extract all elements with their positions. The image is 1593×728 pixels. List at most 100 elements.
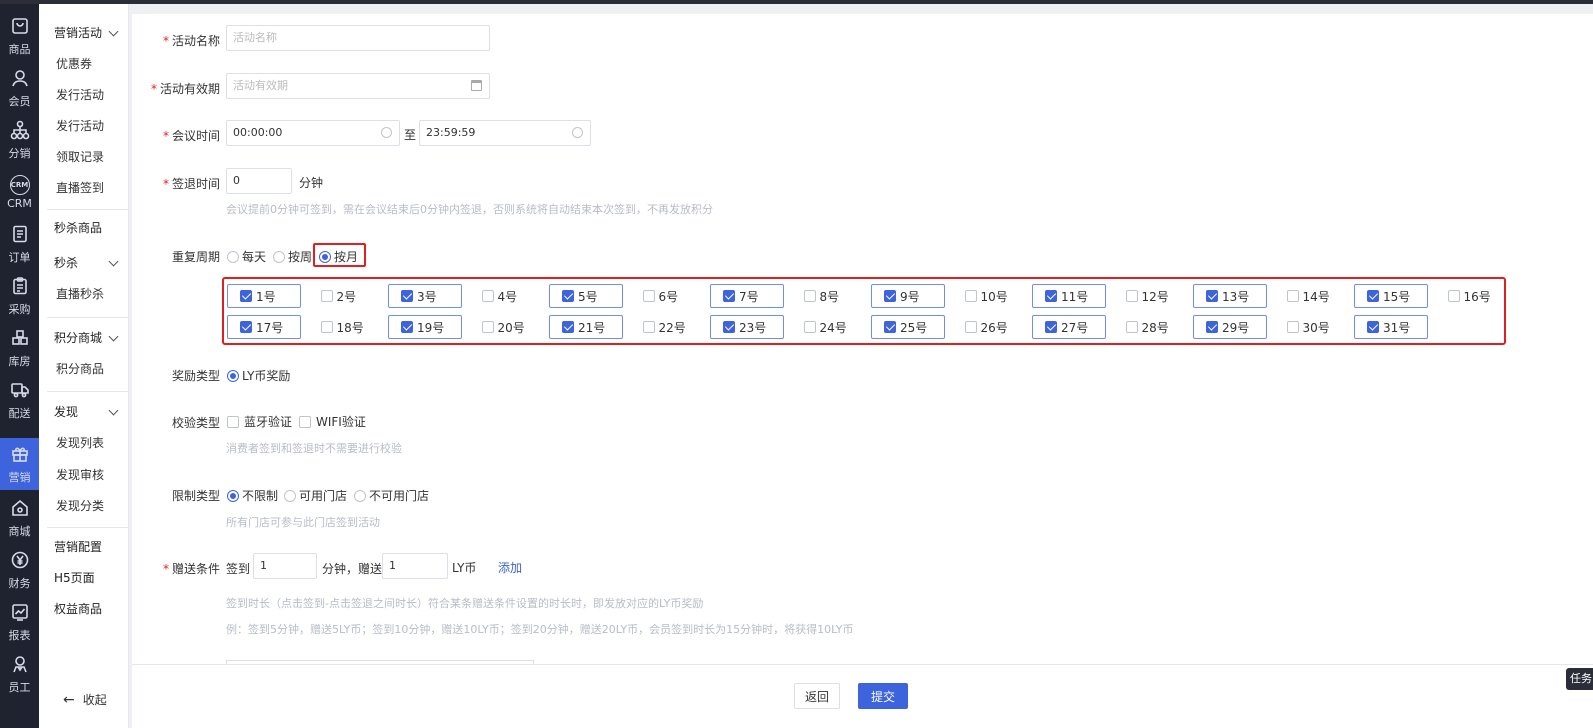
- menu-item-flash-goods[interactable]: 秒杀商品: [39, 214, 129, 242]
- day-label: 15号: [1383, 289, 1411, 304]
- menu-item-points-goods[interactable]: 积分商品: [39, 355, 129, 383]
- activity-name-input[interactable]: 活动名称: [226, 25, 490, 51]
- day-checkbox[interactable]: 17号: [227, 315, 301, 339]
- day-label: 24号: [819, 320, 847, 335]
- menu-item-rights-goods[interactable]: 权益商品: [39, 595, 129, 623]
- meeting-end-time-input[interactable]: 23:59:59: [419, 120, 591, 146]
- day-checkbox[interactable]: 13号: [1193, 284, 1267, 308]
- menu-group-discover[interactable]: 发现: [39, 398, 129, 426]
- day-checkbox[interactable]: 6号: [630, 284, 704, 308]
- day-checkbox[interactable]: 15号: [1354, 284, 1428, 308]
- day-checkbox[interactable]: 19号: [388, 315, 462, 339]
- day-checkbox[interactable]: 28号: [1113, 315, 1187, 339]
- day-label: 2号: [336, 289, 357, 304]
- verify-bluetooth-checkbox[interactable]: 蓝牙验证: [227, 413, 292, 430]
- menu-item-discover-category[interactable]: 发现分类: [39, 492, 129, 520]
- nav-purchase[interactable]: 采购: [0, 270, 39, 322]
- day-checkbox[interactable]: 27号: [1032, 315, 1106, 339]
- menu-group-label: 积分商城: [54, 331, 103, 345]
- day-checkbox[interactable]: 4号: [469, 284, 543, 308]
- day-checkbox[interactable]: 7号: [710, 284, 784, 308]
- nav-orders[interactable]: 订单: [0, 218, 39, 270]
- day-checkbox[interactable]: 1号: [227, 284, 301, 308]
- nav-crm[interactable]: CRM CRM: [0, 166, 39, 218]
- menu-item-marketing-config[interactable]: 营销配置: [39, 533, 129, 561]
- bag-icon: [10, 16, 30, 39]
- checkbox-checked: [1367, 290, 1379, 302]
- collapse-menu-button[interactable]: ← 收起: [63, 691, 107, 708]
- day-checkbox[interactable]: 26号: [952, 315, 1026, 339]
- menu-item-live-flash[interactable]: 直播秒杀: [39, 280, 129, 308]
- repeat-monthly-radio[interactable]: 按月: [319, 248, 358, 265]
- limit-unavailable-stores-radio[interactable]: 不可用门店: [354, 487, 429, 504]
- day-label: 6号: [658, 289, 679, 304]
- day-checkbox[interactable]: 16号: [1435, 284, 1509, 308]
- day-checkbox[interactable]: 5号: [549, 284, 623, 308]
- menu-item-discover-list[interactable]: 发现列表: [39, 429, 129, 457]
- day-checkbox[interactable]: 25号: [871, 315, 945, 339]
- task-tab[interactable]: 任务: [1566, 668, 1593, 690]
- day-checkbox[interactable]: 24号: [791, 315, 865, 339]
- limit-available-stores-radio[interactable]: 可用门店: [284, 487, 347, 504]
- menu-item-issue-activity-2[interactable]: 发行活动: [39, 112, 129, 140]
- nav-staff[interactable]: 员工: [0, 648, 39, 700]
- nav-distribution[interactable]: 分销: [0, 114, 39, 166]
- gift-minutes-input[interactable]: 1: [253, 553, 317, 579]
- clipboard-icon: [10, 276, 30, 299]
- menu-item-claim-records[interactable]: 领取记录: [39, 143, 129, 171]
- verify-wifi-checkbox[interactable]: WIFI验证: [299, 413, 366, 430]
- nav-member[interactable]: 会员: [0, 62, 39, 114]
- nav-delivery[interactable]: 配送: [0, 374, 39, 426]
- day-checkbox[interactable]: 20号: [469, 315, 543, 339]
- nav-mall[interactable]: 商城: [0, 492, 39, 544]
- gift-coins-input[interactable]: 1: [382, 553, 448, 579]
- day-checkbox[interactable]: 29号: [1193, 315, 1267, 339]
- day-checkbox[interactable]: 2号: [308, 284, 382, 308]
- repeat-weekly-radio[interactable]: 按周: [273, 248, 312, 265]
- nav-goods[interactable]: 商品: [0, 10, 39, 62]
- repeat-daily-radio[interactable]: 每天: [227, 248, 266, 265]
- menu-group-flash-sale[interactable]: 秒杀: [39, 249, 129, 277]
- day-checkbox[interactable]: 21号: [549, 315, 623, 339]
- day-checkbox[interactable]: 22号: [630, 315, 704, 339]
- menu-group-points-mall[interactable]: 积分商城: [39, 324, 129, 352]
- day-label: 4号: [497, 289, 518, 304]
- checkbox-box: [481, 321, 494, 333]
- day-checkbox[interactable]: 18号: [308, 315, 382, 339]
- meeting-start-time-input[interactable]: 00:00:00: [226, 120, 400, 146]
- menu-group-marketing-activities[interactable]: 营销活动: [39, 19, 129, 47]
- day-label: 21号: [578, 320, 606, 335]
- gift-hint-1: 签到时长（点击签到-点击签退之间时长）符合某条赠送条件设置的时长时，即发放对应的…: [226, 597, 704, 610]
- day-checkbox[interactable]: 30号: [1274, 315, 1348, 339]
- day-checkbox[interactable]: 8号: [791, 284, 865, 308]
- submit-button[interactable]: 提交: [858, 683, 908, 709]
- nav-reports[interactable]: 报表: [0, 596, 39, 648]
- day-checkbox[interactable]: 12号: [1113, 284, 1187, 308]
- nav-warehouse[interactable]: 库房: [0, 322, 39, 374]
- day-checkbox[interactable]: 14号: [1274, 284, 1348, 308]
- checkbox-box: [964, 290, 977, 302]
- day-checkbox[interactable]: 10号: [952, 284, 1026, 308]
- day-checkbox[interactable]: 3号: [388, 284, 462, 308]
- reward-ly-coin-radio[interactable]: LY币奖励: [227, 367, 290, 384]
- signout-minutes-input[interactable]: 0: [226, 168, 292, 194]
- nav-marketing[interactable]: 营销: [0, 438, 39, 490]
- nav-finance[interactable]: 财务: [0, 544, 39, 596]
- checkbox-box: [481, 290, 494, 302]
- add-gift-condition-link[interactable]: 添加: [498, 559, 522, 576]
- menu-item-discover-review[interactable]: 发现审核: [39, 461, 129, 489]
- menu-item-issue-activity-1[interactable]: 发行活动: [39, 81, 129, 109]
- day-checkbox[interactable]: 31号: [1354, 315, 1428, 339]
- day-checkbox[interactable]: 11号: [1032, 284, 1106, 308]
- day-checkbox[interactable]: 23号: [710, 315, 784, 339]
- day-checkbox[interactable]: 9号: [871, 284, 945, 308]
- menu-item-h5-page[interactable]: H5页面: [39, 564, 129, 592]
- back-button[interactable]: 返回: [794, 683, 840, 709]
- activity-validity-picker[interactable]: 活动有效期: [226, 73, 490, 99]
- limit-none-radio[interactable]: 不限制: [227, 487, 278, 504]
- menu-item-live-checkin[interactable]: 直播签到: [39, 174, 129, 202]
- checkbox-checked: [240, 321, 252, 333]
- menu-item-coupon[interactable]: 优惠券: [39, 50, 129, 78]
- menu-divider: [47, 317, 129, 318]
- day-label: 27号: [1061, 320, 1089, 335]
